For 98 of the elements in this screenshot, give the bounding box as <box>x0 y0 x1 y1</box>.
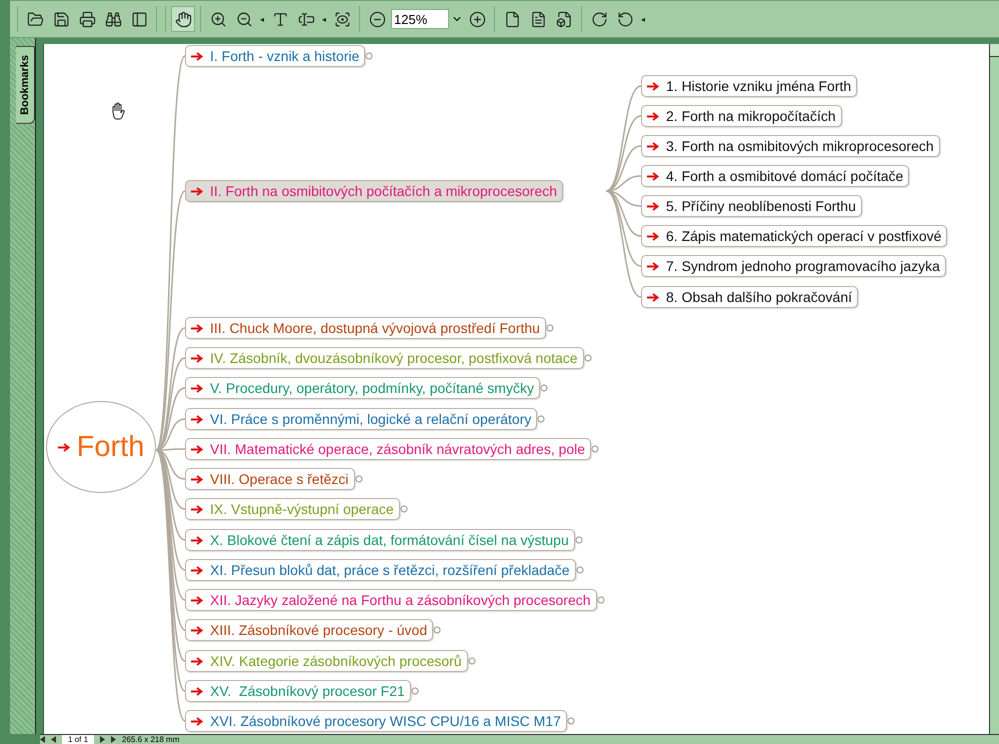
subtopic-node[interactable]: 3. Forth na osmibitových mikroprocesorech <box>641 135 940 157</box>
arrow-icon <box>191 626 204 634</box>
zoom-in-icon <box>210 10 226 28</box>
minus-icon <box>368 10 386 28</box>
collapsed-icon[interactable] <box>546 324 554 332</box>
collapsed-icon[interactable] <box>574 536 583 544</box>
arrow-icon <box>647 82 660 90</box>
collapsed-icon[interactable] <box>576 566 584 574</box>
arrow-icon <box>58 442 71 452</box>
arrow-icon <box>647 232 660 240</box>
subtopic-node[interactable]: 4. Forth a osmibitové domácí počítače <box>641 165 910 187</box>
page-icon <box>504 10 520 28</box>
arrow-icon <box>191 566 204 574</box>
topic-node[interactable]: I. Forth - vznik a historie <box>185 45 366 67</box>
page-size: 265.6 x 218 mm <box>122 735 180 744</box>
arrow-icon <box>191 52 204 60</box>
scrollbar[interactable] <box>989 44 999 734</box>
binoculars-icon <box>104 10 122 28</box>
topic-node[interactable]: VIII. Operace s řetězci <box>185 468 354 490</box>
topic-node[interactable]: XII. Jazyky založené na Forthu a zásobníkových procesorech <box>185 589 597 611</box>
hand-button[interactable] <box>171 6 195 32</box>
subtopic-node[interactable]: 1. Historie vzniku jména Forth <box>641 75 858 97</box>
hand-icon <box>174 10 192 28</box>
arrow-icon <box>647 142 660 150</box>
collapsed-icon[interactable] <box>537 415 546 423</box>
subtopic-node[interactable]: 7. Syndrom jednoho programovacího jazyka <box>641 255 946 277</box>
collapsed-icon[interactable] <box>410 687 419 695</box>
topic-node[interactable]: III. Chuck Moore, dostupná vývojová prostředí Forthu <box>185 317 546 339</box>
bookmarks-tab[interactable]: Bookmarks <box>16 46 35 124</box>
arrow-icon <box>191 596 204 604</box>
topic-node[interactable]: XI. Přesun bloků dat, práce s řetězci, rozšíření překladače <box>185 559 576 581</box>
subtopic-node[interactable]: 5. Příčiny neoblíbenosti Forthu <box>641 195 862 217</box>
zoom-out-icon <box>236 10 252 28</box>
plus-icon <box>468 10 486 28</box>
collapsed-icon[interactable] <box>591 445 600 453</box>
text-frame-icon <box>298 10 314 28</box>
caret-icon[interactable]: ◂ <box>639 14 647 24</box>
previous-page-icon[interactable] <box>51 736 56 743</box>
print-icon <box>78 10 96 28</box>
zoom-field[interactable]: 125% <box>391 9 449 29</box>
root-node[interactable]: Forth <box>46 401 156 493</box>
caret-icon[interactable]: ◂ <box>320 14 328 24</box>
collapsed-icon[interactable] <box>540 384 548 392</box>
collapsed-icon[interactable] <box>566 717 575 725</box>
arrow-icon <box>191 686 204 696</box>
next-page-icon[interactable] <box>100 736 106 743</box>
arrow-icon <box>191 444 204 454</box>
rotate-icon <box>590 10 608 28</box>
collapsed-icon[interactable] <box>584 354 592 362</box>
text-icon <box>272 10 288 28</box>
last-page-icon[interactable] <box>111 736 116 743</box>
rotate-back-icon <box>616 10 634 28</box>
subtopic-node[interactable]: 2. Forth na mikropočítačích <box>641 105 842 127</box>
first-page-icon[interactable] <box>40 736 45 743</box>
arrow-icon <box>191 504 204 514</box>
topic-node[interactable]: II. Forth na osmibitových počítačích a mikroprocesorech <box>185 180 564 202</box>
collapsed-icon[interactable] <box>596 596 605 604</box>
arrow-icon <box>191 324 204 332</box>
topic-node[interactable]: X. Blokové čtení a zápis dat, formátování čísel na výstupu <box>185 529 575 551</box>
arrow-icon <box>191 656 204 666</box>
root-label: Forth <box>76 430 144 464</box>
arrow-icon <box>191 536 204 544</box>
collapsed-icon[interactable] <box>365 52 374 60</box>
arrow-icon <box>191 414 204 424</box>
arrow-icon <box>191 384 204 392</box>
arrow-icon <box>191 474 204 484</box>
collapsed-icon[interactable] <box>468 657 476 665</box>
topic-node[interactable]: XIV. Kategorie zásobníkových procesorů <box>185 650 468 672</box>
collapsed-icon[interactable] <box>433 626 442 634</box>
page-width-icon <box>556 10 572 28</box>
topic-node[interactable]: IV. Zásobník, dvouzásobníkový procesor, postfixová notace <box>185 347 584 369</box>
topic-node[interactable]: XIII. Zásobníkové procesory - úvod <box>185 619 434 641</box>
arrow-icon <box>647 172 660 180</box>
arrow-icon <box>191 186 204 196</box>
arrow-icon <box>647 112 660 120</box>
open-icon <box>26 10 44 28</box>
arrow-icon <box>647 262 660 270</box>
arrow-icon <box>191 354 204 362</box>
collapsed-icon[interactable] <box>354 475 362 483</box>
topic-node[interactable]: V. Procedury, operátory, podmínky, počítané smyčky <box>185 377 540 399</box>
topic-node[interactable]: XVI. Zásobníkové procesory WISC CPU/16 a MISC M17 <box>185 710 567 732</box>
panel-icon <box>130 10 148 28</box>
topic-node[interactable]: VII. Matematické operace, zásobník návratových adres, pole <box>185 438 592 460</box>
topic-node[interactable]: XV. Zásobníkový procesor F21 <box>185 680 411 702</box>
snapshot-icon <box>334 10 350 28</box>
arrow-icon <box>191 716 204 726</box>
arrow-icon <box>647 202 660 210</box>
subtopic-node[interactable]: 8. Obsah dalšího pokračování <box>641 286 858 308</box>
subtopic-node[interactable]: 6. Zápis matematických operací v postfixové <box>641 225 948 247</box>
caret-icon[interactable]: ◂ <box>258 14 266 24</box>
collapsed-icon[interactable] <box>400 505 408 513</box>
topic-node[interactable]: VI. Práce s proměnnými, logické a relační operátory <box>185 408 538 430</box>
page-fit-icon <box>530 10 546 28</box>
page-field[interactable]: 1 of 1 <box>62 735 94 744</box>
save-icon <box>52 10 70 28</box>
topic-node[interactable]: IX. Vstupně-výstupní operace <box>185 498 400 520</box>
hand-cursor-icon <box>110 102 126 120</box>
arrow-icon <box>647 292 660 302</box>
